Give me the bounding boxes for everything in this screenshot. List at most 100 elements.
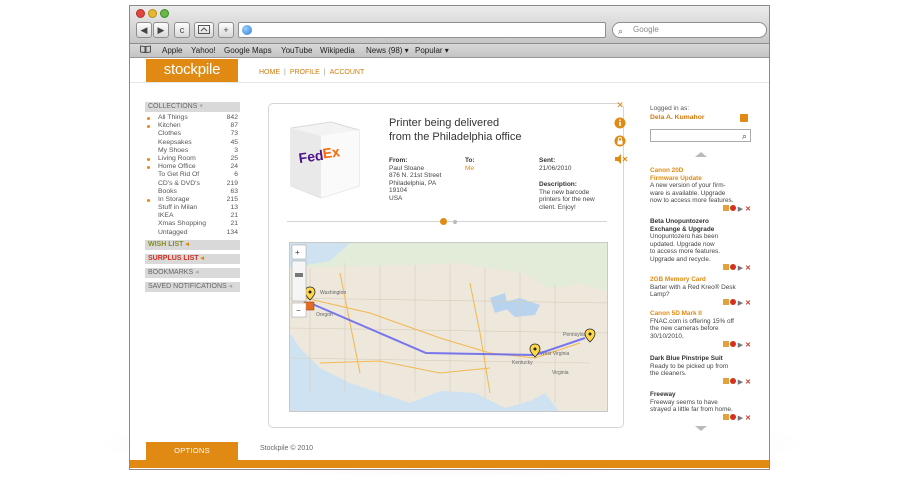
to-recipient-link[interactable]: Me [465, 165, 474, 172]
options-button[interactable]: OPTIONS [146, 442, 238, 460]
collection-count: 87 [230, 122, 238, 130]
pager-dot-active[interactable] [440, 218, 447, 225]
zoom-window-button[interactable] [160, 9, 169, 18]
nav-home[interactable]: HOME [259, 69, 280, 76]
bookmark-apple[interactable]: Apple [162, 45, 182, 57]
feed-item[interactable]: 2GB Memory Card Barter with a Red Kreo® D… [650, 276, 751, 307]
bookmarks-header[interactable]: BOOKMARKS ◂ [145, 267, 240, 278]
alert-icon[interactable] [729, 378, 736, 385]
bookmark-youtube[interactable]: YouTube [281, 45, 312, 57]
collection-item[interactable]: Clothes 73 [145, 130, 240, 138]
feed-item[interactable]: Canon 20D Firmware Update A new version of… [650, 167, 751, 213]
bookmarks-bar: Apple Yahoo! Google Maps YouTube Wikiped… [130, 44, 769, 58]
collection-item[interactable]: Kitchen 87 [145, 122, 240, 130]
sidebar-search-input[interactable]: ⌕ [650, 129, 751, 142]
collection-count: 13 [230, 204, 238, 212]
svg-text:Ex: Ex [322, 143, 341, 161]
bookmark-google-maps[interactable]: Google Maps [224, 45, 272, 57]
play-icon[interactable]: ▶ [738, 206, 743, 213]
minimize-window-button[interactable] [148, 9, 157, 18]
book-icon[interactable] [140, 45, 151, 57]
stockpile-logo[interactable]: stockpile [146, 59, 238, 83]
map-graphic: Washington Oregon Kentucky Virginia West… [290, 243, 607, 411]
archive-icon[interactable] [722, 263, 729, 270]
alert-icon[interactable] [729, 263, 736, 270]
archive-icon[interactable] [722, 299, 729, 306]
archive-icon[interactable] [722, 340, 729, 347]
pager-dot[interactable] [453, 220, 457, 224]
collection-item[interactable]: Stuff in Milan 13 [145, 204, 240, 212]
lock-icon[interactable] [614, 135, 626, 147]
feed-item-text: ware is available. Upgrade [650, 189, 726, 197]
nav-account[interactable]: ACCOUNT [330, 69, 365, 76]
url-input[interactable] [238, 22, 606, 38]
alert-icon[interactable] [729, 414, 736, 421]
feed-item-actions: ▶ ✕ [722, 340, 751, 350]
collection-item[interactable]: IKEA 21 [145, 212, 240, 220]
collections-header[interactable]: COLLECTIONS ▾ [145, 102, 240, 112]
play-icon[interactable]: ▶ [738, 379, 743, 386]
scroll-up-arrow[interactable] [695, 152, 707, 157]
collection-item[interactable]: All Things 842 [145, 114, 240, 122]
feed-item[interactable]: Dark Blue Pinstripe Suit Ready to be pick… [650, 355, 751, 386]
browser-window: ◀ ▶ c + ⌕ Google Apple Yahoo! Google Map… [129, 5, 770, 470]
collections-list: All Things 842 Kitchen 87 Clothes 73 Keepsakes… [145, 114, 240, 237]
bookmark-popular[interactable]: Popular ▾ [415, 45, 449, 57]
reload-button[interactable]: c [174, 22, 190, 38]
play-icon[interactable]: ▶ [738, 300, 743, 307]
archive-icon[interactable] [722, 414, 729, 421]
alert-icon[interactable] [729, 299, 736, 306]
copyright-text: Stockpile © 2010 [260, 445, 314, 452]
alert-icon[interactable] [729, 205, 736, 212]
username-link[interactable]: Dela A. Kumahor [650, 113, 750, 123]
bullet-icon [147, 198, 150, 202]
collection-item[interactable]: Books 63 [145, 188, 240, 196]
bookmark-news[interactable]: News (98) ▾ [366, 45, 409, 57]
bookmark-wikipedia[interactable]: Wikipedia [320, 45, 355, 57]
forward-button[interactable]: ▶ [153, 22, 169, 38]
search-icon[interactable]: ⌕ [742, 130, 747, 142]
dismiss-icon[interactable]: ✕ [745, 265, 751, 272]
browser-search-input[interactable]: ⌕ Google [612, 22, 767, 38]
collection-count: 24 [230, 163, 238, 171]
back-button[interactable]: ◀ [136, 22, 152, 38]
feed-item[interactable]: Beta Unopuntozero Exchange & Upgrade Unopu… [650, 218, 751, 272]
collection-item[interactable]: My Shoes 3 [145, 147, 240, 155]
play-icon[interactable]: ▶ [738, 342, 743, 349]
collection-item[interactable]: CD's & DVD's 219 [145, 180, 240, 188]
feed-item[interactable]: Freeway Freeway seems to have strayed a li… [650, 391, 751, 422]
collection-item[interactable]: Home Office 24 [145, 163, 240, 171]
play-icon[interactable]: ▶ [738, 415, 743, 422]
feed-item[interactable]: Canon 5D Mark II FNAC.com is offering 15%… [650, 310, 751, 349]
scroll-down-arrow[interactable] [695, 426, 707, 431]
collection-item[interactable]: Living Room 25 [145, 155, 240, 163]
bookmark-yahoo[interactable]: Yahoo! [191, 45, 216, 57]
shipment-route-map[interactable]: Washington Oregon Kentucky Virginia West… [289, 242, 608, 412]
close-icon[interactable]: ✕ [614, 99, 626, 111]
archive-icon[interactable] [722, 205, 729, 212]
wish-list-header[interactable]: WISH LIST ◂ [145, 239, 240, 250]
dismiss-icon[interactable]: ✕ [745, 206, 751, 213]
add-bookmark-button[interactable]: + [218, 22, 234, 38]
collection-item[interactable]: Xmas Shopping 21 [145, 220, 240, 228]
play-icon[interactable]: ▶ [738, 265, 743, 272]
collection-item[interactable]: Keepsakes 45 [145, 139, 240, 147]
close-window-button[interactable] [136, 9, 145, 18]
nav-profile[interactable]: PROFILE [290, 69, 320, 76]
archive-icon[interactable] [722, 378, 729, 385]
collection-item[interactable]: In Storage 215 [145, 196, 240, 204]
chevron-left-icon: ◂ [200, 254, 205, 262]
dismiss-icon[interactable]: ✕ [745, 342, 751, 349]
collection-item[interactable]: To Get Rid Of 6 [145, 171, 240, 179]
saved-notifications-header[interactable]: SAVED NOTIFICATIONS ◂ [145, 281, 240, 292]
info-icon[interactable] [614, 117, 626, 129]
dismiss-icon[interactable]: ✕ [745, 300, 751, 307]
surplus-list-header[interactable]: SURPLUS LIST ◂ [145, 253, 240, 264]
collection-item[interactable]: Untagged 134 [145, 229, 240, 237]
dismiss-icon[interactable]: ✕ [745, 379, 751, 386]
share-button[interactable] [194, 22, 214, 38]
rss-icon[interactable] [740, 114, 748, 122]
dismiss-icon[interactable]: ✕ [745, 415, 751, 422]
alert-icon[interactable] [729, 340, 736, 347]
mute-icon[interactable] [614, 153, 628, 165]
